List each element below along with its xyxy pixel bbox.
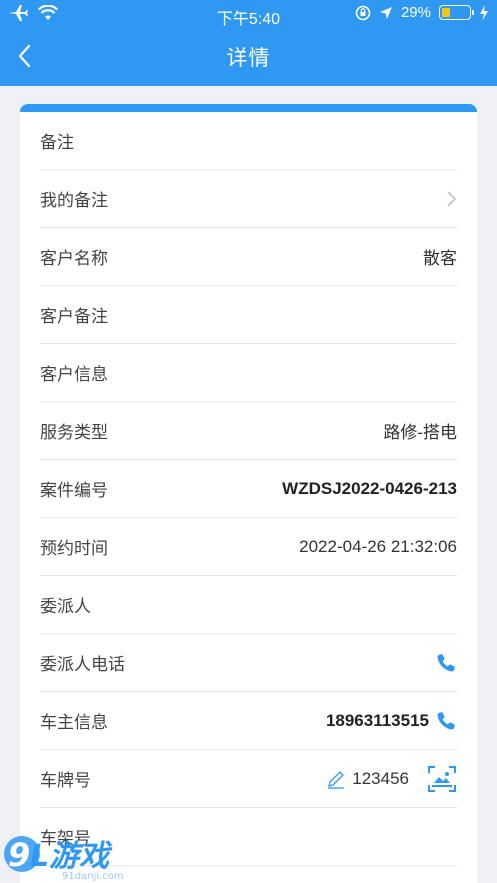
row-my-remark[interactable]: 我的备注 [40, 170, 457, 228]
page-title: 详情 [226, 47, 271, 70]
header: 下午5:40 29% 详情 [0, 0, 497, 86]
row-service-type: 服务类型 路修-搭电 [40, 402, 457, 460]
row-appointment-time: 预约时间 2022-04-26 21:32:06 [40, 518, 457, 576]
row-label: 车牌号 [40, 771, 91, 790]
row-assigner: 委派人 [40, 576, 457, 634]
status-bar: 下午5:40 29% [0, 0, 497, 28]
svg-text:L游戏: L游戏 [30, 839, 113, 874]
row-case-number: 案件编号 WZDSJ2022-0426-213 [40, 460, 457, 518]
phone-icon[interactable] [435, 652, 457, 674]
row-label: 备注 [40, 133, 74, 152]
row-value-wrap: 18963113515 [326, 710, 457, 732]
row-owner-info: 车主信息 18963113515 [40, 692, 457, 750]
plate-number-value: 123456 [352, 768, 409, 788]
row-customer-info: 客户信息 [40, 344, 457, 402]
watermark-logo: 9 L游戏 91danji.com [0, 826, 140, 883]
row-label: 客户信息 [40, 365, 108, 384]
row-value-wrap [445, 190, 457, 208]
battery-icon [439, 5, 474, 20]
row-plate-number: 车牌号 123456 [40, 750, 457, 808]
row-value: 2022-04-26 21:32:06 [299, 536, 457, 556]
scan-icon[interactable] [427, 765, 457, 793]
nav-bar: 详情 [0, 28, 497, 86]
row-label: 车主信息 [40, 713, 108, 732]
charging-icon [480, 4, 488, 21]
row-customer-name: 客户名称 散客 [40, 228, 457, 286]
phone-icon[interactable] [435, 710, 457, 732]
owner-phone-number: 18963113515 [325, 710, 429, 730]
row-customer-remark: 客户备注 [40, 286, 457, 344]
svg-text:91danji.com: 91danji.com [62, 871, 124, 882]
row-value: 散客 [423, 249, 457, 268]
watermark-91-logo-icon: 9 L游戏 91danji.com [4, 836, 124, 882]
row-label: 客户名称 [40, 249, 108, 268]
row-value: 路修-搭电 [383, 423, 457, 442]
edit-pencil-icon[interactable] [326, 769, 346, 789]
row-label: 客户备注 [40, 307, 108, 326]
row-remark: 备注 [40, 112, 457, 170]
row-assigner-phone: 委派人电话 [40, 634, 457, 692]
status-right: 29% [355, 4, 489, 21]
row-label: 委派人电话 [40, 655, 125, 674]
detail-card: 备注 我的备注 客户名称 散客 客户备注 客户信息 服务类型 路修-搭电 案件编… [20, 104, 477, 883]
battery-fill [442, 8, 450, 17]
row-label: 我的备注 [40, 191, 108, 210]
row-value: WZDSJ2022-0426-213 [282, 478, 457, 498]
row-label: 案件编号 [40, 481, 108, 500]
svg-text:9: 9 [8, 836, 30, 874]
row-label: 委派人 [40, 597, 91, 616]
chevron-right-icon [447, 190, 457, 207]
row-label: 预约时间 [40, 539, 108, 558]
battery-percent: 29% [400, 4, 431, 21]
lock-rotation-icon [355, 5, 371, 20]
row-value-wrap [435, 652, 457, 674]
location-icon [379, 6, 392, 19]
row-value-wrap: 123456 [326, 765, 457, 793]
detail-list: 备注 我的备注 客户名称 散客 客户备注 客户信息 服务类型 路修-搭电 案件编… [40, 112, 457, 866]
row-label: 服务类型 [40, 423, 108, 442]
